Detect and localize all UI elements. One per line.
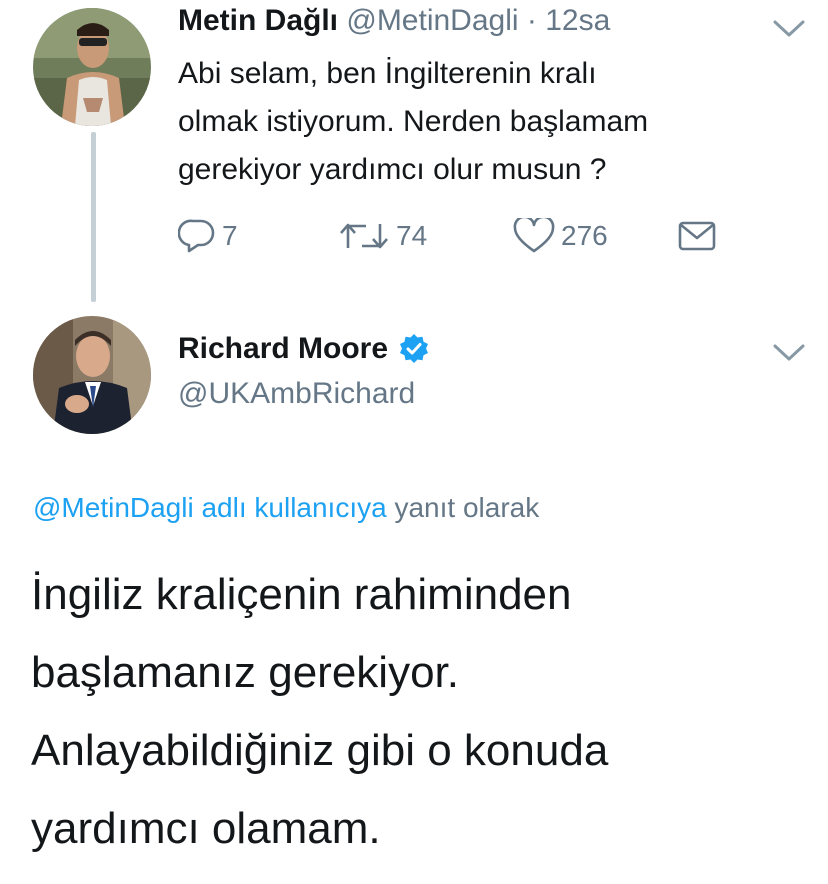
chevron-down-icon[interactable] [772, 18, 806, 40]
reply-icon [178, 219, 215, 253]
tweet-text-line: olmak istiyorum. Nerden başlamam [178, 105, 649, 138]
tweet-thread: Metin Dağlı @MetinDagli · 12sa Abi selam… [0, 0, 828, 884]
tweet2-body: İngiliz kraliçenin rahiminden başlamanız… [31, 556, 811, 868]
envelope-icon [678, 221, 716, 251]
thread-connector-line [91, 132, 96, 302]
tweet-text-line: İngiliz kraliçenin rahiminden [31, 570, 572, 619]
tweet-text-line: yardımcı olamam. [31, 804, 381, 853]
heart-icon [513, 218, 555, 253]
tweet-timestamp[interactable]: · 12sa [527, 4, 610, 37]
like-count: 276 [561, 220, 608, 251]
author-handle[interactable]: @UKAmbRichard [178, 377, 415, 411]
chevron-down-icon[interactable] [772, 342, 806, 364]
tweet2-header: Richard Moore [178, 332, 430, 366]
reply-count: 7 [222, 220, 238, 251]
replying-to-line: @MetinDagli adlı kullanıcıya yanıt olara… [33, 492, 539, 524]
reply-mention-link[interactable]: @MetinDagli adlı kullanıcıya [33, 492, 387, 523]
retweet-icon [340, 223, 388, 249]
reply-button[interactable]: 7 [178, 216, 238, 256]
author-name[interactable]: Metin Dağlı [178, 4, 338, 37]
avatar[interactable] [33, 8, 151, 126]
retweet-count: 74 [396, 220, 428, 251]
verified-badge-icon [400, 334, 429, 363]
retweet-button[interactable]: 74 [338, 216, 427, 256]
tweet-text-line: başlamanız gerekiyor. [31, 648, 459, 697]
author-handle[interactable]: @MetinDagli [346, 4, 518, 37]
reply-to-suffix: yanıt olarak [394, 492, 540, 523]
tweet1-body: Abi selam, ben İngilterenin kralı olmak … [178, 50, 778, 194]
author-name[interactable]: Richard Moore [178, 332, 388, 366]
avatar[interactable] [33, 316, 151, 434]
tweet-text-line: gerekiyor yardımcı olur musun ? [178, 153, 607, 186]
tweet1-header: Metin Dağlı @MetinDagli · 12sa [178, 4, 610, 38]
like-button[interactable]: 276 [513, 216, 608, 256]
tweet-text-line: Abi selam, ben İngilterenin kralı [178, 57, 597, 90]
direct-message-button[interactable] [678, 216, 722, 256]
tweet-text-line: Anlayabildiğiniz gibi o konuda [31, 726, 609, 775]
